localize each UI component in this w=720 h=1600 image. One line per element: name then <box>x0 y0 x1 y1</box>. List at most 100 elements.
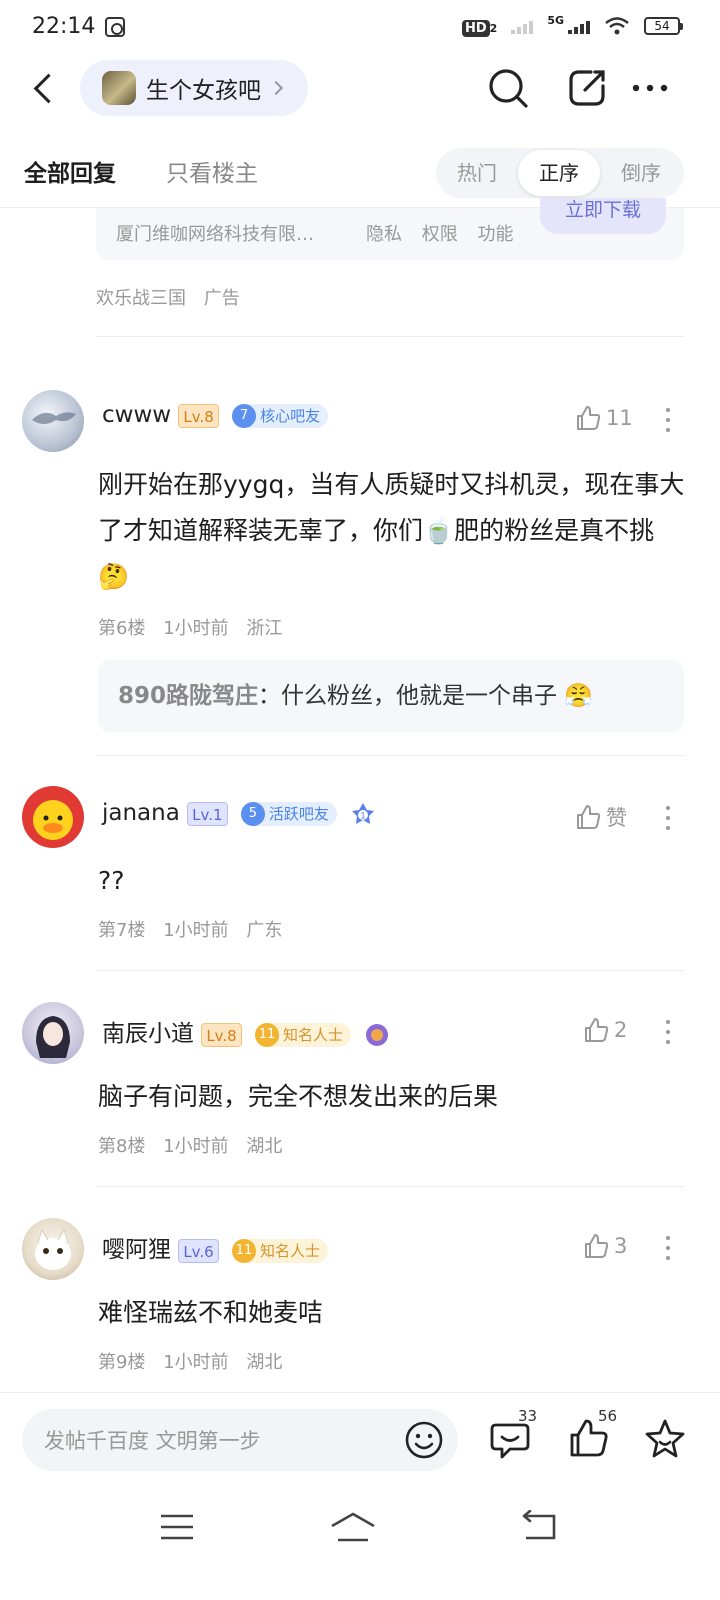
level-badge: Lv.8 <box>178 403 219 428</box>
level-badge: Lv.1 <box>187 801 228 826</box>
thumbs-up-icon <box>577 805 601 829</box>
forum-name: 生个女孩吧 <box>146 78 261 104</box>
compose-placeholder: 发帖千百度 文明第一步 <box>44 1429 261 1453</box>
avatar[interactable] <box>22 1002 84 1064</box>
emoji-icon[interactable] <box>404 1420 444 1460</box>
svg-text:1: 1 <box>361 810 366 820</box>
username-row: 嘤阿狸 Lv.6 11 知名人士 <box>102 1230 329 1264</box>
post-meta: 第7楼 1小时前 广东 <box>98 916 294 942</box>
menu-icon[interactable] <box>158 1512 196 1542</box>
tab-all-replies[interactable]: 全部回复 <box>24 154 116 188</box>
chevron-right-icon <box>268 80 284 96</box>
ad-links: 隐私 权限 功能 <box>366 220 527 246</box>
member-badge: 11 知名人士 <box>232 1238 329 1263</box>
username-row: 南辰小道 Lv.8 11 知名人士 <box>102 1014 390 1048</box>
divider <box>96 755 684 756</box>
post-content: 刚开始在那yygq，当有人质疑时又抖机灵，现在事大了才知道解释装无辜了，你们🍵肥… <box>98 470 685 591</box>
post-meta: 第9楼 1小时前 湖北 <box>98 1348 294 1374</box>
floor-number: 第9楼 <box>98 1352 146 1373</box>
back-button[interactable] <box>32 72 56 106</box>
home-icon[interactable] <box>328 1510 378 1544</box>
network-type: 5G <box>547 13 564 27</box>
sort-descending[interactable]: 倒序 <box>600 148 682 198</box>
bottom-action-bar: 发帖千百度 文明第一步 33 56 <box>0 1392 720 1488</box>
post-meta: 第8楼 1小时前 湖北 <box>98 1132 294 1158</box>
username[interactable]: cwww <box>102 402 171 428</box>
like-button[interactable]: 11 <box>574 404 633 432</box>
avatar[interactable] <box>22 1218 84 1280</box>
reply-username[interactable]: 890路陇驾庄 <box>118 683 258 709</box>
ad-tag: 广告 <box>203 288 240 309</box>
post-time: 1小时前 <box>163 618 229 639</box>
level-badge: Lv.8 <box>201 1022 242 1047</box>
reply-text: 什么粉丝，他就是一个串子 😤 <box>281 683 593 709</box>
sub-reply[interactable]: 890路陇驾庄：什么粉丝，他就是一个串子 😤 <box>98 660 684 732</box>
like-label: 赞 <box>606 806 627 830</box>
share-icon[interactable] <box>565 66 609 110</box>
floor-number: 第6楼 <box>98 618 146 639</box>
post-meta: 第6楼 1小时前 浙江 <box>98 614 294 640</box>
top-nav-bar: 生个女孩吧 <box>0 58 720 122</box>
username[interactable]: janana <box>102 800 180 826</box>
tab-op-only[interactable]: 只看楼主 <box>166 154 258 188</box>
forum-link[interactable]: 生个女孩吧 <box>80 60 308 116</box>
back-nav-icon[interactable] <box>520 1510 558 1544</box>
like-button[interactable]: 2 <box>582 1016 627 1044</box>
username[interactable]: 南辰小道 <box>102 1021 194 1047</box>
sort-hot[interactable]: 热门 <box>436 148 518 198</box>
post-content: 脑子有问题，完全不想发出来的后果 <box>98 1082 499 1111</box>
floor-number: 第7楼 <box>98 920 146 941</box>
more-options-icon[interactable] <box>628 66 672 110</box>
post-location: 浙江 <box>246 618 283 639</box>
battery-icon: 54 <box>644 17 683 35</box>
member-badge: 7 核心吧友 <box>232 403 329 428</box>
avatar[interactable] <box>22 786 84 848</box>
comment-count: 33 <box>518 1407 538 1425</box>
post-time: 1小时前 <box>163 1136 229 1157</box>
search-icon[interactable] <box>486 66 530 110</box>
wifi-icon <box>605 17 629 35</box>
like-button[interactable]: 赞 <box>574 802 627 832</box>
forum-avatar <box>102 71 136 105</box>
username-row: janana Lv.1 5 活跃吧友 1 <box>102 800 376 827</box>
ad-company: 厦门维咖网络科技有限… <box>116 224 314 245</box>
ad-function-link[interactable]: 功能 <box>477 224 513 245</box>
member-badge: 11 知名人士 <box>255 1022 352 1047</box>
thumbs-up-icon <box>585 1018 609 1042</box>
ad-privacy-link[interactable]: 隐私 <box>366 224 402 245</box>
ad-permission-link[interactable]: 权限 <box>422 224 458 245</box>
post-content: ?? <box>98 866 125 895</box>
member-badge: 5 活跃吧友 <box>240 801 337 826</box>
divider <box>96 1186 684 1187</box>
signal-sim1-icon <box>511 18 534 34</box>
status-time: 22:14 <box>32 14 96 39</box>
post-location: 广东 <box>246 920 283 941</box>
post-more-icon[interactable] <box>664 806 672 836</box>
rank-crown-icon: 1 <box>352 802 375 824</box>
post-more-icon[interactable] <box>664 1020 672 1050</box>
level-badge: Lv.6 <box>178 1238 219 1263</box>
ad-card[interactable]: 厦门维咖网络科技有限… 隐私 权限 功能 立即下载 <box>96 198 684 260</box>
username-row: cwww Lv.8 7 核心吧友 <box>102 402 329 428</box>
avatar[interactable] <box>22 390 84 452</box>
post-content: 难怪瑞兹不和她麦咭 <box>98 1298 324 1327</box>
post-more-icon[interactable] <box>664 408 672 438</box>
compose-input[interactable]: 发帖千百度 文明第一步 <box>22 1409 458 1471</box>
like-button[interactable]: 3 <box>582 1232 627 1260</box>
sort-ascending[interactable]: 正序 <box>518 150 600 196</box>
ad-download-button[interactable]: 立即下载 <box>540 198 666 234</box>
signal-sim2-icon <box>568 18 590 34</box>
status-bar: 22:14 HD 2 5G 54 <box>0 0 720 58</box>
post-location: 湖北 <box>246 1352 283 1373</box>
favorite-star-icon[interactable] <box>643 1417 687 1461</box>
system-navigation-bar <box>0 1488 720 1600</box>
post-more-icon[interactable] <box>664 1236 672 1266</box>
thumbs-up-icon <box>577 406 601 430</box>
ad-title: 欢乐战三国 <box>96 288 186 309</box>
sort-segmented-control: 热门 正序 倒序 <box>436 148 684 198</box>
thumbs-up-icon <box>585 1234 609 1258</box>
hd-voice-icon: HD 2 <box>461 17 497 37</box>
username[interactable]: 嘤阿狸 <box>102 1237 171 1263</box>
post-time: 1小时前 <box>163 1352 229 1373</box>
decoration-badge-icon <box>366 1023 389 1046</box>
